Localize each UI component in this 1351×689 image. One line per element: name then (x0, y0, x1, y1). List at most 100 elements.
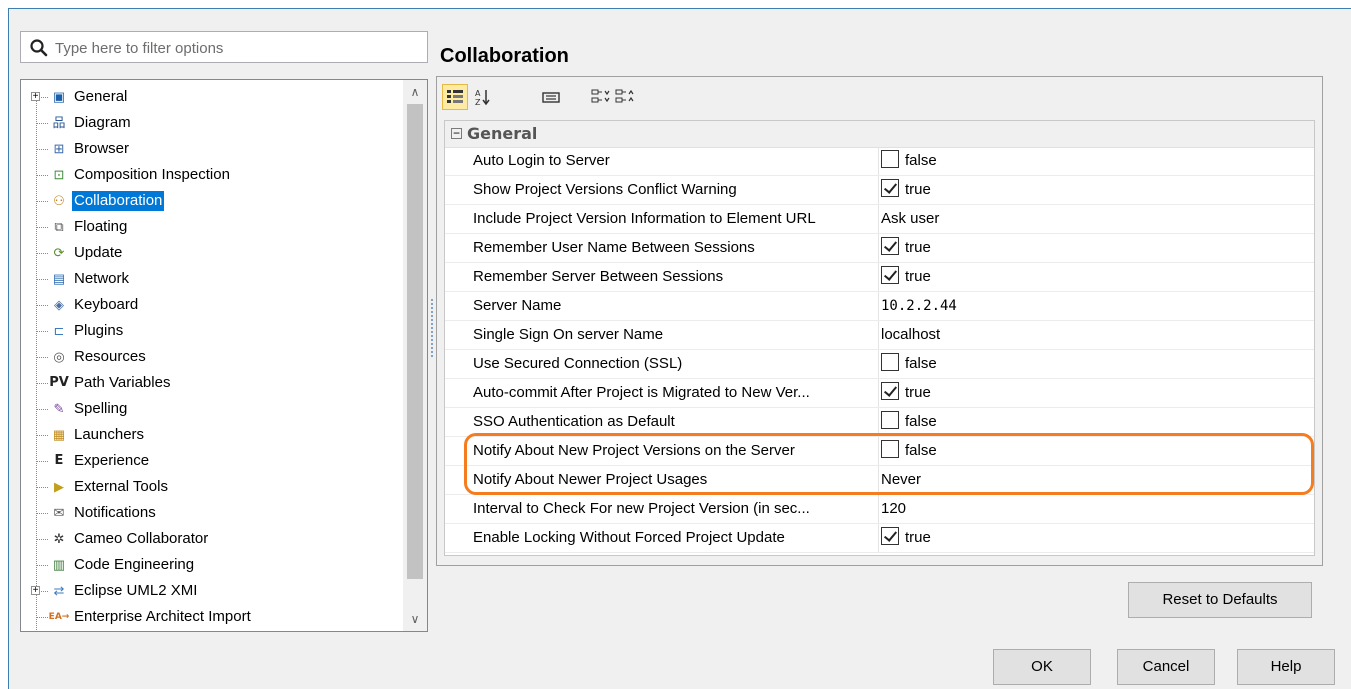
update-icon: ⟳ (53, 245, 65, 260)
property-value[interactable]: Ask user (881, 205, 939, 233)
checkbox-unchecked[interactable] (881, 411, 899, 430)
property-value-text: false (905, 442, 937, 459)
tree-item-external-tools[interactable]: ▶ External Tools (21, 474, 403, 500)
property-row[interactable]: Interval to Check For new Project Versio… (445, 495, 1314, 524)
tree-item-keyboard[interactable]: ◈ Keyboard (21, 292, 403, 318)
property-row[interactable]: Show Project Versions Conflict Warning tr… (445, 176, 1314, 205)
property-name: Single Sign On server Name (473, 321, 879, 349)
checkbox-checked[interactable] (881, 179, 899, 198)
property-value[interactable]: false (881, 408, 937, 436)
group-collapse-icon[interactable]: − (451, 127, 462, 139)
tree-item-launchers[interactable]: ▦ Launchers (21, 422, 403, 448)
property-row[interactable]: SSO Authentication as Default false (445, 408, 1314, 437)
description-toggle-button[interactable] (538, 84, 564, 110)
checkbox-unchecked[interactable] (881, 150, 899, 169)
tree-item-plugins[interactable]: ⊏ Plugins (21, 318, 403, 344)
checkbox-checked[interactable] (881, 382, 899, 401)
splitter-grip[interactable] (430, 298, 434, 358)
general-icon: ▣ (52, 89, 66, 104)
property-value[interactable]: false (881, 437, 937, 465)
filter-search-box[interactable] (20, 31, 428, 63)
collapse-all-button[interactable] (612, 84, 638, 110)
property-name: Enable Locking Without Forced Project Up… (473, 524, 879, 552)
property-group-general[interactable]: − General (445, 121, 1314, 148)
reset-to-defaults-button[interactable]: Reset to Defaults (1128, 582, 1312, 618)
tree-item-browser[interactable]: ⊞ Browser (21, 136, 403, 162)
tree-item-label: Notifications (74, 504, 156, 521)
expand-icon[interactable]: + (31, 586, 40, 596)
checkbox-checked[interactable] (881, 266, 899, 285)
tree-item-code-engineering[interactable]: ▥ Code Engineering (21, 552, 403, 578)
property-value[interactable]: false (881, 350, 937, 378)
tree-item-path-variables[interactable]: PV Path Variables (21, 370, 403, 396)
property-name: Remember Server Between Sessions (473, 263, 879, 291)
property-row[interactable]: Remember User Name Between Sessions true (445, 234, 1314, 263)
property-row[interactable]: Use Secured Connection (SSL) false (445, 350, 1314, 379)
tree-item-label: Update (74, 244, 123, 261)
property-row[interactable]: Auto Login to Server false (445, 147, 1314, 176)
categorized-view-button[interactable] (442, 84, 468, 110)
property-value[interactable]: true (881, 379, 931, 407)
property-name: Include Project Version Information to E… (473, 205, 879, 233)
filter-search-input[interactable] (53, 36, 417, 60)
property-name: Notify About Newer Project Usages (473, 466, 879, 494)
tree-item-notifications[interactable]: ✉ Notifications (21, 500, 403, 526)
svg-text:A: A (475, 89, 481, 98)
tree-item-general[interactable]: + ▣ General (21, 84, 403, 110)
tree-guide-line (36, 201, 48, 202)
property-row[interactable]: Single Sign On server Name localhost (445, 321, 1314, 350)
tree-item-collaboration[interactable]: ⚇ Collaboration (21, 188, 403, 214)
expand-all-button[interactable] (588, 84, 614, 110)
property-row[interactable]: Auto-commit After Project is Migrated to… (445, 379, 1314, 408)
tree-item-diagram[interactable]: 品 Diagram (21, 110, 403, 136)
cancel-button[interactable]: Cancel (1117, 649, 1215, 685)
scroll-down-arrow-icon[interactable]: ∨ (403, 609, 427, 629)
tree-item-eclipse-uml2-xmi[interactable]: + ⇄ Eclipse UML2 XMI (21, 578, 403, 604)
tree-item-label: Path Variables (74, 374, 171, 391)
tree-guide-line (36, 565, 48, 566)
tree-item-enterprise-architect-import[interactable]: EA→ Enterprise Architect Import (21, 604, 403, 630)
tree-item-network[interactable]: ▤ Network (21, 266, 403, 292)
tree-item-floating[interactable]: ⧉ Floating (21, 214, 403, 240)
alphabetical-sort-button[interactable]: A Z (470, 84, 496, 110)
ok-button[interactable]: OK (993, 649, 1091, 685)
property-value[interactable]: localhost (881, 321, 940, 349)
property-value[interactable]: true (881, 263, 931, 291)
expand-icon[interactable]: + (31, 92, 40, 102)
property-row[interactable]: Notify About Newer Project Usages Never (445, 466, 1314, 495)
tree-item-label: Composition Inspection (74, 166, 230, 183)
checkbox-checked[interactable] (881, 527, 899, 546)
tree-guide-line (36, 253, 48, 254)
tree-vertical-scrollbar[interactable]: ∧ ∨ (403, 80, 427, 631)
scrollbar-thumb[interactable] (407, 104, 423, 579)
checkbox-unchecked[interactable] (881, 353, 899, 372)
tree-item-cameo-collaborator[interactable]: ✲ Cameo Collaborator (21, 526, 403, 552)
checkbox-unchecked[interactable] (881, 440, 899, 459)
help-button[interactable]: Help (1237, 649, 1335, 685)
property-value[interactable]: Never (881, 466, 921, 494)
property-group-label: General (467, 124, 538, 143)
property-row[interactable]: Remember Server Between Sessions true (445, 263, 1314, 292)
property-value[interactable]: 120 (881, 495, 906, 523)
property-row[interactable]: Server Name 10.2.2.44 (445, 292, 1314, 321)
property-value[interactable]: true (881, 234, 931, 262)
scroll-up-arrow-icon[interactable]: ∧ (403, 82, 427, 102)
property-value[interactable]: false (881, 147, 937, 175)
property-value[interactable]: 10.2.2.44 (881, 292, 957, 320)
property-row[interactable]: Include Project Version Information to E… (445, 205, 1314, 234)
property-row[interactable]: Notify About New Project Versions on the… (445, 437, 1314, 466)
tree-item-update[interactable]: ⟳ Update (21, 240, 403, 266)
property-name: Show Project Versions Conflict Warning (473, 176, 879, 204)
property-value[interactable]: true (881, 176, 931, 204)
tree-item-spelling[interactable]: ✎ Spelling (21, 396, 403, 422)
property-row[interactable]: Enable Locking Without Forced Project Up… (445, 524, 1314, 553)
tree-item-experience[interactable]: E Experience (21, 448, 403, 474)
notifications-icon: ✉ (53, 505, 65, 520)
property-value[interactable]: true (881, 524, 931, 552)
checkbox-checked[interactable] (881, 237, 899, 256)
property-value-text: localhost (881, 326, 941, 343)
external-tools-icon: ▶ (54, 479, 64, 494)
tree-item-resources[interactable]: ◎ Resources (21, 344, 403, 370)
property-value-text: Ask user (881, 210, 940, 227)
tree-item-composition-inspection[interactable]: ⊡ Composition Inspection (21, 162, 403, 188)
